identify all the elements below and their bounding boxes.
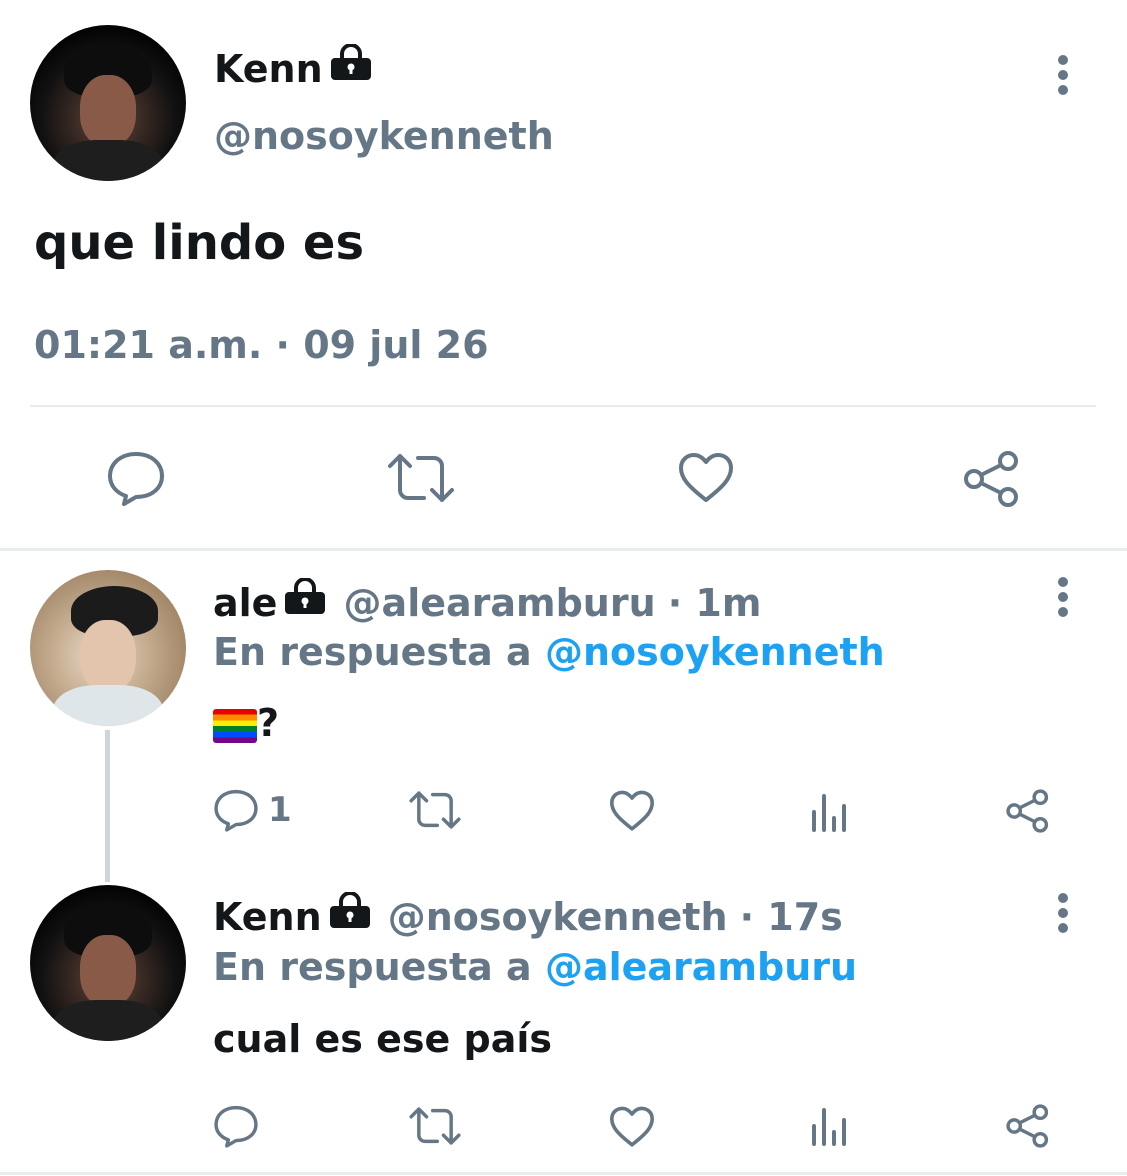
handle[interactable]: @alearamburu [344,581,656,625]
tweet-text: cual es ese país [213,1017,552,1061]
reply-count: 1 [268,790,292,830]
avatar[interactable] [30,885,186,1041]
bottom-divider [0,1172,1127,1175]
avatar[interactable] [30,25,186,181]
rainbow-flag-icon [213,708,257,743]
like-icon[interactable] [609,790,655,832]
avatar[interactable] [30,570,186,726]
share-icon[interactable] [1005,1103,1051,1149]
share-icon[interactable] [962,450,1022,508]
retweet-icon[interactable] [386,452,456,504]
display-name[interactable]: ale [213,581,277,625]
analytics-icon[interactable] [810,1104,850,1146]
tweet-text: ? [213,700,279,746]
time[interactable]: · 1m [668,581,762,625]
lock-icon [328,891,372,940]
reply-header: Kenn @nosoykenneth · 17s [213,891,843,940]
reply-context: En respuesta a @alearamburu [213,945,858,989]
retweet-icon[interactable] [408,1106,462,1146]
reply-header: ale @alearamburu · 1m [213,577,762,626]
handle[interactable]: @nosoykenneth [214,113,554,159]
retweet-icon[interactable] [408,790,462,830]
mention-link[interactable]: @nosoykenneth [545,630,885,674]
tweet-text: que lindo es [34,215,365,271]
share-icon[interactable] [1005,788,1051,834]
reply-icon[interactable] [213,1104,259,1148]
more-options-icon[interactable] [1048,892,1078,934]
like-icon[interactable] [678,452,734,504]
handle[interactable]: @nosoykenneth [388,895,728,939]
analytics-icon[interactable] [810,790,850,832]
reply-icon[interactable] [106,450,166,506]
thread-line [105,730,110,882]
more-options-icon[interactable] [1048,576,1078,618]
time[interactable]: · 17s [740,895,843,939]
lock-icon [329,43,373,92]
display-name[interactable]: Kenn [213,895,322,939]
reply-context: En respuesta a @nosoykenneth [213,630,885,674]
display-name[interactable]: Kenn [214,43,373,92]
more-options-icon[interactable] [1048,54,1078,96]
like-icon[interactable] [609,1106,655,1148]
timestamp[interactable]: 01:21 a.m. · 09 jul 26 [34,322,489,368]
divider [30,405,1096,407]
section-divider [0,548,1127,551]
lock-icon [283,577,327,626]
reply-icon[interactable] [213,788,259,832]
mention-link[interactable]: @alearamburu [545,945,857,989]
